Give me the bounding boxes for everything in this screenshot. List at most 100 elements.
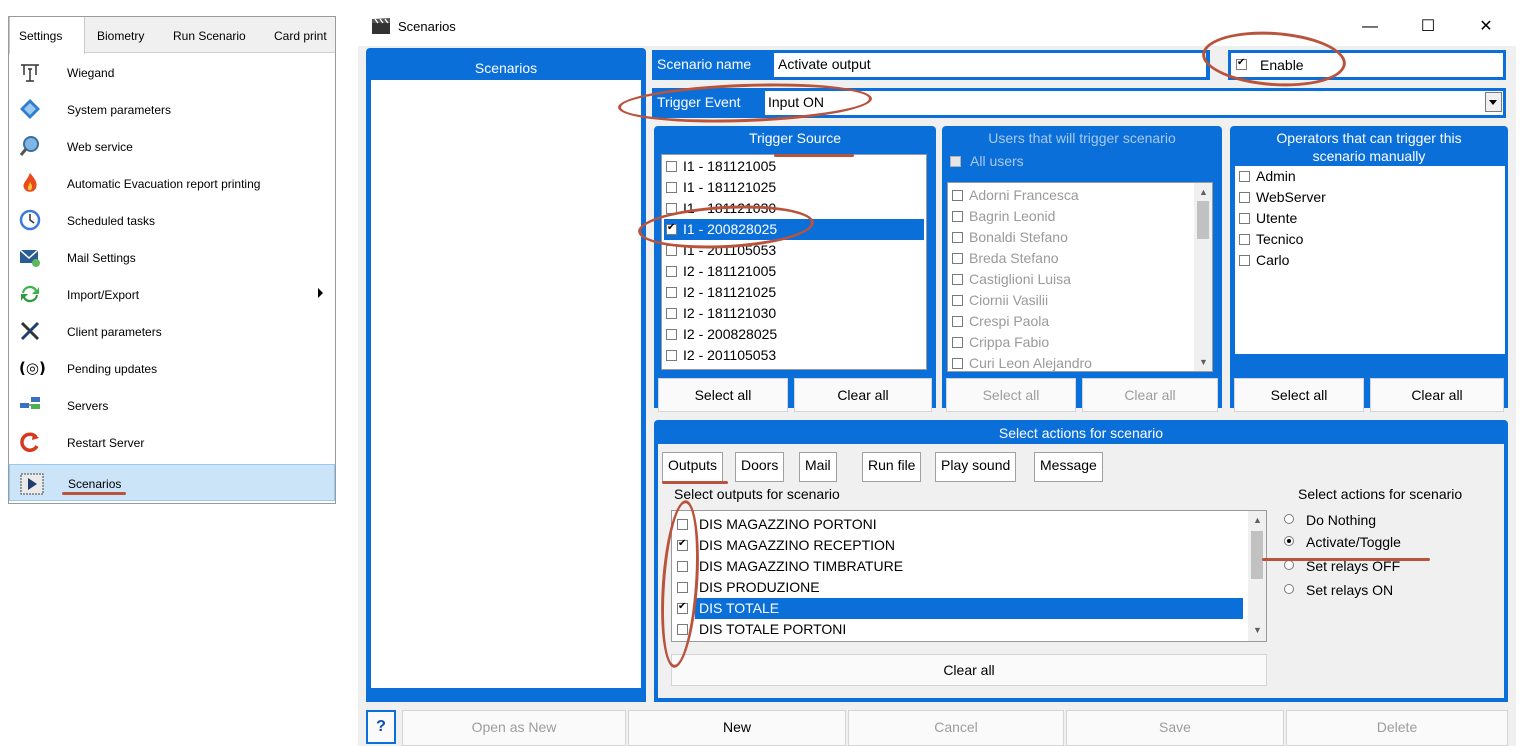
- outputs-clear-all-button[interactable]: Clear all: [671, 654, 1267, 686]
- list-item[interactable]: I2 - 181121025: [664, 282, 924, 303]
- list-item[interactable]: I2 - 201105053: [664, 345, 924, 366]
- tab-run-file[interactable]: Run file: [862, 452, 922, 482]
- list-item[interactable]: DIS PRODUZIONE: [675, 577, 1243, 598]
- list-item[interactable]: I1 - 201105053: [664, 240, 924, 261]
- menu-item-client-parameters[interactable]: Client parameters: [9, 313, 335, 350]
- wiegand-icon: [19, 61, 41, 83]
- new-button[interactable]: New: [628, 710, 846, 746]
- save-button[interactable]: Save: [1066, 710, 1284, 746]
- sync-arrows-icon: [19, 283, 41, 305]
- open-as-new-button[interactable]: Open as New: [402, 710, 626, 746]
- operators-clear-all-button[interactable]: Clear all: [1370, 378, 1504, 412]
- list-item[interactable]: I1 - 181121005: [664, 156, 924, 177]
- enable-row: Enable: [1228, 50, 1506, 80]
- enable-checkbox[interactable]: [1236, 57, 1247, 70]
- list-item-selected[interactable]: DIS TOTALE: [675, 598, 1243, 619]
- menu-item-scenarios[interactable]: Scenarios: [9, 464, 335, 501]
- tab-doors[interactable]: Doors: [735, 452, 785, 482]
- enable-box: Enable: [1231, 53, 1503, 77]
- list-item[interactable]: I2 - 200828025: [664, 324, 924, 345]
- window-title: Scenarios: [398, 19, 456, 34]
- menu-item-system-parameters[interactable]: System parameters: [9, 91, 335, 128]
- annotation-underline-outputs-tab: [662, 481, 728, 484]
- scroll-thumb[interactable]: [1251, 531, 1263, 579]
- tab-play-sound[interactable]: Play sound: [935, 452, 1017, 482]
- menu-tab-biometry[interactable]: Biometry: [97, 29, 144, 43]
- menu-item-web-service[interactable]: Web service: [9, 128, 335, 165]
- pending-icon: (◎): [19, 359, 46, 377]
- help-button[interactable]: ?: [366, 710, 396, 744]
- tab-mail[interactable]: Mail: [799, 452, 837, 482]
- scenario-name-input[interactable]: Activate output: [774, 53, 1206, 77]
- list-item[interactable]: I1 - 181121030: [664, 198, 924, 219]
- trigger-event-label: Trigger Event: [657, 94, 741, 110]
- menu-item-import-export[interactable]: Import/Export: [9, 276, 335, 313]
- scroll-up-icon[interactable]: ▲: [1253, 515, 1262, 525]
- tab-message[interactable]: Message: [1034, 452, 1103, 482]
- menu-item-servers[interactable]: Servers: [9, 387, 335, 424]
- dropdown-arrow-icon[interactable]: [1485, 92, 1502, 112]
- operators-select-all-button[interactable]: Select all: [1234, 378, 1364, 412]
- scenarios-list[interactable]: [371, 80, 641, 688]
- scenarios-list-panel: Scenarios: [366, 48, 646, 702]
- menu-tab-settings[interactable]: Settings: [9, 17, 85, 54]
- menu-item-automatic-evacuation[interactable]: Automatic Evacuation report printing: [9, 165, 335, 202]
- users-select-all-button[interactable]: Select all: [946, 378, 1076, 412]
- trigger-source-select-all-button[interactable]: Select all: [658, 378, 788, 412]
- annotation-underline-activate-toggle: [1262, 558, 1430, 561]
- radio-activate-toggle[interactable]: [1284, 536, 1294, 546]
- cancel-button[interactable]: Cancel: [848, 710, 1064, 746]
- menu-item-scheduled-tasks[interactable]: Scheduled tasks: [9, 202, 335, 239]
- list-item[interactable]: DIS TOTALE PORTONI: [675, 619, 1243, 640]
- magnifier-globe-icon: [19, 135, 41, 157]
- list-item[interactable]: DIS MAGAZZINO PORTONI: [675, 514, 1243, 535]
- scroll-up-icon[interactable]: ▲: [1199, 187, 1208, 197]
- tab-outputs[interactable]: Outputs: [662, 452, 724, 482]
- list-item-selected[interactable]: I1 - 200828025: [664, 219, 924, 240]
- operators-panel-title-1: Operators that can trigger this: [1276, 130, 1462, 146]
- list-item[interactable]: I2 - 181121030: [664, 303, 924, 324]
- close-button[interactable]: ✕: [1471, 16, 1501, 40]
- outputs-list: DIS MAGAZZINO PORTONI DIS MAGAZZINO RECE…: [671, 510, 1267, 642]
- trigger-event-select[interactable]: Input ON: [765, 91, 1503, 115]
- restart-icon: [19, 431, 41, 453]
- scenario-name-label: Scenario name: [657, 56, 752, 72]
- menu-item-wiegand[interactable]: Wiegand: [9, 54, 335, 91]
- minimize-button[interactable]: —: [1355, 16, 1385, 40]
- menu-item-restart-server[interactable]: Restart Server: [9, 424, 335, 461]
- actions-panel-title: Select actions for scenario: [998, 425, 1164, 441]
- radio-set-relays-on[interactable]: [1284, 584, 1294, 594]
- users-panel-title: Users that will trigger scenario: [988, 130, 1176, 146]
- list-item[interactable]: DIS MAGAZZINO RECEPTION: [675, 535, 1243, 556]
- menu-tab-run-scenario[interactable]: Run Scenario: [173, 29, 246, 43]
- annotation-underline-trigger-source: [774, 154, 854, 157]
- trigger-source-panel: Trigger Source I1 - 181121005 I1 - 18112…: [654, 126, 936, 412]
- menu-item-pending-updates[interactable]: (◎) Pending updates: [9, 350, 335, 387]
- radio-label-set-relays-on: Set relays ON: [1306, 582, 1394, 598]
- list-item[interactable]: I1 - 181121025: [664, 177, 924, 198]
- menu-item-mail-settings[interactable]: Mail Settings: [9, 239, 335, 276]
- maximize-button[interactable]: ☐: [1413, 16, 1443, 40]
- radio-set-relays-off[interactable]: [1284, 560, 1294, 570]
- trigger-source-clear-all-button[interactable]: Clear all: [794, 378, 932, 412]
- users-scrollbar[interactable]: ▲ ▼: [1194, 183, 1212, 371]
- scroll-down-icon[interactable]: ▼: [1253, 625, 1262, 635]
- menu-tab-card-print[interactable]: Card print: [274, 29, 334, 43]
- outputs-scrollbar[interactable]: ▲ ▼: [1248, 511, 1266, 641]
- users-clear-all-button[interactable]: Clear all: [1082, 378, 1218, 412]
- list-item[interactable]: DIS MAGAZZINO TIMBRATURE: [675, 556, 1243, 577]
- delete-button[interactable]: Delete: [1286, 710, 1508, 746]
- operators-panel-title-2: scenario manually: [1312, 148, 1426, 164]
- radio-do-nothing[interactable]: [1284, 514, 1294, 524]
- diamond-icon: [19, 98, 41, 120]
- scenario-name-row: Scenario name Activate output: [652, 50, 1210, 80]
- trigger-event-value: Input ON: [768, 94, 825, 110]
- scroll-down-icon[interactable]: ▼: [1199, 357, 1208, 367]
- title-bar: Scenarios — ☐ ✕: [358, 8, 1516, 46]
- all-users-checkbox[interactable]: [950, 156, 961, 167]
- scroll-thumb[interactable]: [1197, 201, 1209, 239]
- users-list: Adorni Francesca Bagrin Leonid Bonaldi S…: [947, 182, 1213, 372]
- trigger-event-row: Trigger Event Input ON: [652, 88, 1506, 118]
- list-item[interactable]: I2 - 181121005: [664, 261, 924, 282]
- menu-tab-bar: Settings Biometry Run Scenario Card prin…: [9, 17, 335, 54]
